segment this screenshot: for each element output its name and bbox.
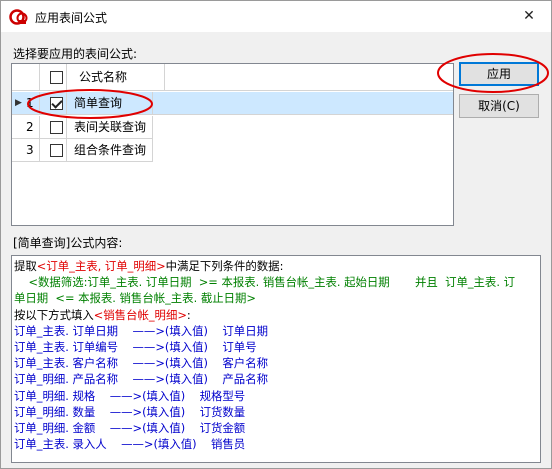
- current-row-arrow-icon: ▶: [15, 98, 22, 108]
- title-bar: 应用表间公式 ✕: [1, 1, 551, 32]
- formula-name: 表间关联查询: [67, 116, 153, 139]
- header-indicator-cell: [12, 64, 40, 91]
- field-mapping: 订单_明细. 规格 ——>(填入值) 规格型号: [14, 388, 246, 403]
- field-mapping: 订单_明细. 产品名称 ——>(填入值) 产品名称: [14, 372, 268, 387]
- column-header-name: 公式名称: [67, 64, 165, 91]
- target-table: <销售台帐_明细>: [93, 307, 187, 322]
- row-checkbox[interactable]: [50, 97, 63, 110]
- close-icon[interactable]: ✕: [507, 1, 551, 31]
- cancel-button[interactable]: 取消(C): [459, 94, 539, 118]
- row-number: 3: [26, 143, 34, 157]
- row-checkbox[interactable]: [50, 144, 63, 157]
- formula-line: 提取<订单_主表, 订单_明细>中满足下列条件的数据:: [14, 258, 538, 274]
- row-check-cell: [40, 139, 67, 162]
- field-mapping: 订单_主表. 录入人 ——>(填入值) 销售员: [14, 437, 246, 452]
- filter-condition: <数据筛选:订单_主表. 订单日期 >= 本报表. 销售台帐_主表. 起始日期 …: [14, 275, 515, 290]
- formula-text: :: [186, 307, 191, 322]
- row-indicator: 2: [12, 116, 40, 139]
- row-check-cell: [40, 116, 67, 139]
- formula-name: 简单查询: [67, 92, 153, 115]
- row-indicator: ▶ 1: [12, 92, 40, 115]
- dialog-window: 应用表间公式 ✕ 选择要应用的表间公式: 公式名称 ▶ 1 简单查询 2 表间关…: [0, 0, 552, 469]
- app-logo-icon: [9, 9, 28, 25]
- table-row[interactable]: 2 表间关联查询: [12, 116, 153, 139]
- formula-text: 提取: [14, 259, 37, 273]
- formula-list-label: 选择要应用的表间公式:: [13, 47, 138, 61]
- window-title: 应用表间公式: [35, 11, 108, 25]
- formula-text: 按以下方式填入: [14, 307, 94, 322]
- field-mapping: 订单_主表. 客户名称 ——>(填入值) 客户名称: [14, 356, 268, 371]
- row-checkbox[interactable]: [50, 121, 63, 134]
- apply-button[interactable]: 应用: [459, 62, 539, 86]
- row-indicator: 3: [12, 139, 40, 162]
- row-number: 2: [26, 120, 34, 134]
- field-mapping: 订单_主表. 订单日期 ——>(填入值) 订单日期: [14, 323, 268, 338]
- formula-content-box: 提取<订单_主表, 订单_明细>中满足下列条件的数据: <数据筛选:订单_主表.…: [11, 255, 541, 463]
- formula-line: 按以下方式填入<销售台帐_明细>:: [14, 307, 538, 323]
- grid-header: 公式名称: [12, 64, 453, 91]
- select-all-checkbox[interactable]: [50, 71, 63, 84]
- field-mapping: 订单_主表. 订单编号 ——>(填入值) 订单号: [14, 340, 257, 355]
- formula-grid: 公式名称 ▶ 1 简单查询 2 表间关联查询 3 组合条件查询: [11, 63, 454, 226]
- field-mapping: 订单_明细. 数量 ——>(填入值) 订货数量: [14, 404, 246, 419]
- row-check-cell: [40, 92, 67, 115]
- row-number: 1: [26, 96, 34, 110]
- table-row[interactable]: ▶ 1 简单查询: [12, 92, 453, 115]
- header-check-cell: [40, 64, 67, 91]
- source-tables: <订单_主表, 订单_明细>: [36, 259, 166, 273]
- formula-text: 中满足下列条件的数据:: [165, 259, 284, 273]
- formula-name: 组合条件查询: [67, 139, 153, 162]
- formula-content-label: [简单查询]公式内容:: [13, 236, 123, 250]
- table-row[interactable]: 3 组合条件查询: [12, 139, 153, 162]
- filter-condition: 单日期 <= 本报表. 销售台帐_主表. 截止日期>: [14, 291, 256, 306]
- field-mapping: 订单_明细. 金额 ——>(填入值) 订货金额: [14, 421, 246, 436]
